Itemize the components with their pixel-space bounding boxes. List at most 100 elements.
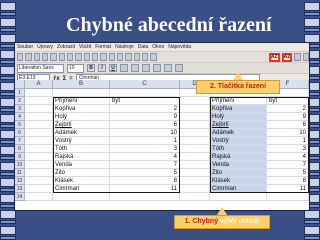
grid-cell[interactable]: 9 <box>110 113 180 121</box>
grid-cell[interactable] <box>180 193 210 201</box>
grid-cell[interactable]: 1 <box>110 137 180 145</box>
row-header[interactable]: 8 <box>15 145 25 153</box>
menu-item[interactable]: Zobrazit <box>57 44 75 50</box>
pdf-icon[interactable] <box>50 53 57 61</box>
grid-cell[interactable]: 8 <box>110 177 180 185</box>
grid-cell[interactable]: 8 <box>267 177 309 185</box>
grid-cell[interactable]: Vostrý <box>53 137 110 145</box>
grid-cell[interactable] <box>25 169 53 177</box>
grid-cell[interactable]: 2 <box>110 105 180 113</box>
grid-cell[interactable] <box>25 193 53 201</box>
grid-cell[interactable]: Vostrý <box>210 137 267 145</box>
grid-cell[interactable] <box>180 169 210 177</box>
copy-icon[interactable] <box>91 53 99 61</box>
grid-cell[interactable] <box>180 97 210 105</box>
align-right-icon[interactable] <box>142 64 150 72</box>
menu-item[interactable]: Úpravy <box>37 44 53 50</box>
edit-icon[interactable] <box>41 53 49 61</box>
grid-cell[interactable] <box>180 105 210 113</box>
grid-cell[interactable] <box>25 105 53 113</box>
italic-icon[interactable]: I <box>98 64 106 72</box>
grid-cell[interactable]: Venda <box>210 161 267 169</box>
spellcheck-icon[interactable] <box>75 53 82 61</box>
grid-cell[interactable]: 4 <box>267 153 309 161</box>
grid-cell[interactable] <box>25 145 53 153</box>
save-icon[interactable] <box>33 53 40 61</box>
grid-cell[interactable]: 1 <box>267 137 309 145</box>
grid-cell[interactable]: 5 <box>267 169 309 177</box>
grid-cell[interactable]: 2 <box>267 105 309 113</box>
grid-cell[interactable]: 5 <box>110 169 180 177</box>
hyperlink-icon[interactable] <box>133 53 140 61</box>
grid-cell[interactable]: 3 <box>110 145 180 153</box>
font-name-select[interactable]: Liberation Sans <box>17 63 64 73</box>
grid-cell[interactable]: Rajská <box>53 153 110 161</box>
grid-cell[interactable] <box>180 153 210 161</box>
grid-cell[interactable]: Cimrman <box>53 185 110 193</box>
grid-cell[interactable]: 6 <box>110 121 180 129</box>
row-header[interactable]: 12 <box>15 177 25 185</box>
row-header[interactable]: 2 <box>15 97 25 105</box>
grid-cell[interactable]: 10 <box>267 129 309 137</box>
redo-icon[interactable] <box>125 53 132 61</box>
row-header[interactable]: 5 <box>15 121 25 129</box>
grid-cell[interactable] <box>210 193 267 201</box>
grid-cell[interactable]: Kopřiva <box>210 105 267 113</box>
grid-cell[interactable] <box>180 137 210 145</box>
merge-cells-icon[interactable] <box>153 64 161 72</box>
grid-cell[interactable] <box>25 113 53 121</box>
grid-cell[interactable]: byt <box>267 97 309 105</box>
chart-icon[interactable] <box>294 53 301 61</box>
currency-icon[interactable] <box>164 64 172 72</box>
grid-cell[interactable] <box>25 177 53 185</box>
sort-descending-button[interactable]: AZ <box>281 52 293 62</box>
row-header[interactable]: 1 <box>15 89 25 97</box>
menu-item[interactable]: Nápověda <box>168 44 191 50</box>
grid-cell[interactable] <box>25 89 53 97</box>
menu-item[interactable]: Data <box>138 44 149 50</box>
grid-cell[interactable]: Zejbrlí <box>53 121 110 129</box>
grid-cell[interactable] <box>180 113 210 121</box>
grid-cell[interactable]: 7 <box>267 161 309 169</box>
row-header[interactable]: 11 <box>15 169 25 177</box>
corner-cell[interactable] <box>15 80 25 89</box>
font-size-select[interactable]: 10 <box>67 63 84 73</box>
grid-cell[interactable] <box>25 97 53 105</box>
row-header[interactable]: 14 <box>15 193 25 201</box>
grid-cell[interactable] <box>180 161 210 169</box>
align-center-icon[interactable] <box>131 64 139 72</box>
cut-icon[interactable] <box>83 53 90 61</box>
percent-icon[interactable] <box>175 64 183 72</box>
preview-icon[interactable] <box>66 53 74 61</box>
grid-cell[interactable]: 3 <box>267 145 309 153</box>
grid-cell[interactable]: Holý <box>210 113 267 121</box>
column-header[interactable]: C <box>110 80 180 89</box>
grid-cell[interactable]: Cimrman <box>210 185 267 193</box>
grid-cell[interactable] <box>180 145 210 153</box>
grid-cell[interactable]: Žito <box>53 169 110 177</box>
grid-cell[interactable] <box>267 193 309 201</box>
grid-cell[interactable]: Příjmení <box>210 97 267 105</box>
row-header[interactable]: 13 <box>15 185 25 193</box>
grid-cell[interactable]: Adámek <box>53 129 110 137</box>
open-icon[interactable] <box>25 53 32 61</box>
menu-item[interactable]: Vložit <box>79 44 91 50</box>
grid-cell[interactable]: Tóth <box>210 145 267 153</box>
grid-cell[interactable]: Rajská <box>210 153 267 161</box>
row-header[interactable]: 6 <box>15 129 25 137</box>
undo-icon[interactable] <box>116 53 124 61</box>
sum-icon[interactable] <box>141 53 149 61</box>
grid-cell[interactable] <box>110 193 180 201</box>
grid-cell[interactable] <box>25 129 53 137</box>
grid-cell[interactable]: 10 <box>110 129 180 137</box>
grid-cell[interactable]: Klásek <box>210 177 267 185</box>
grid-cell[interactable] <box>25 137 53 145</box>
menu-item[interactable]: Formát <box>95 44 111 50</box>
draw-icon[interactable] <box>302 53 309 61</box>
grid-cell[interactable]: Zejbrlí <box>210 121 267 129</box>
grid-cell[interactable]: 4 <box>110 153 180 161</box>
grid-cell[interactable] <box>25 161 53 169</box>
menu-item[interactable]: Okno <box>152 44 164 50</box>
align-left-icon[interactable] <box>120 64 128 72</box>
grid-cell[interactable]: Příjmení <box>53 97 110 105</box>
